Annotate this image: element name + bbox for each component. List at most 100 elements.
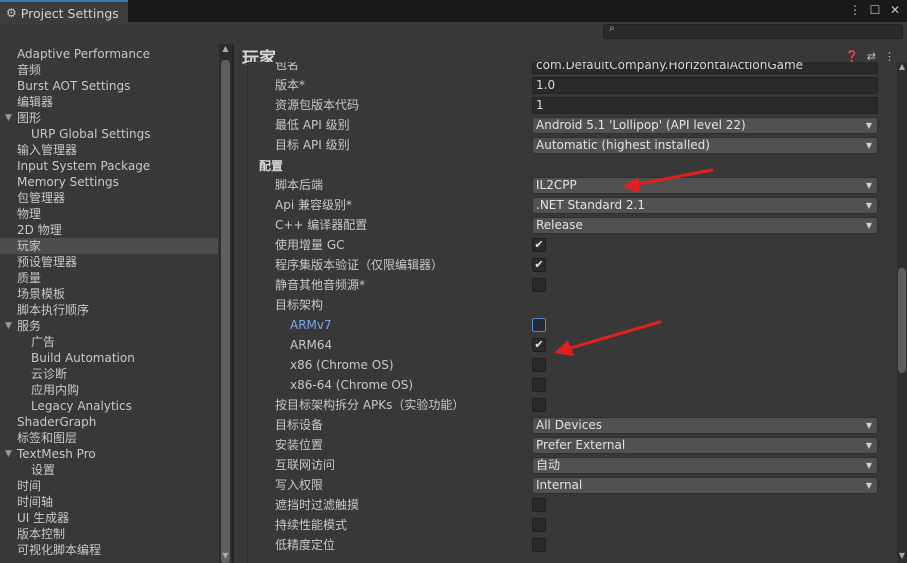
sidebar-item[interactable]: 输入管理器 — [0, 142, 218, 158]
sidebar-item[interactable]: 脚本执行顺序 — [0, 302, 218, 318]
sidebar-item[interactable]: 可视化脚本编程 — [0, 542, 218, 558]
dropdown[interactable]: Internal ▼ — [532, 477, 878, 494]
dropdown[interactable]: Release ▼ — [532, 217, 878, 234]
sidebar-item-label: 场景模板 — [17, 287, 66, 301]
sidebar-item[interactable]: 应用内购 — [0, 382, 218, 398]
dropdown-value: 自动 — [536, 458, 561, 472]
sidebar-item[interactable]: 场景模板 — [0, 286, 218, 302]
dropdown-value: Automatic (highest installed) — [536, 138, 710, 152]
text-field[interactable]: 1 — [532, 97, 878, 114]
sidebar-item[interactable]: 版本控制 — [0, 526, 218, 542]
checkbox[interactable]: ✔ — [532, 238, 546, 252]
sidebar-item[interactable]: 时间 — [0, 478, 218, 494]
setting-label: 目标 API 级别 — [275, 138, 350, 152]
search-input[interactable]: ⌕ — [603, 23, 903, 39]
close-icon[interactable]: ✕ — [889, 3, 901, 17]
text-field[interactable]: 1.0 — [532, 77, 878, 94]
sidebar-item[interactable]: URP Global Settings — [0, 126, 218, 142]
sidebar-item-label: 设置 — [31, 463, 56, 477]
sidebar-item[interactable]: 预设管理器 — [0, 254, 218, 270]
sidebar-item[interactable]: 云诊断 — [0, 366, 218, 382]
dropdown[interactable]: 自动 ▼ — [532, 457, 878, 474]
setting-label: 静音其他音频源* — [275, 278, 366, 292]
sidebar-item[interactable]: 包管理器 — [0, 190, 218, 206]
checkbox[interactable]: ✔ — [532, 338, 546, 352]
sidebar-item[interactable]: 音频 — [0, 62, 218, 78]
sidebar-item[interactable]: Memory Settings — [0, 174, 218, 190]
setting-label: 目标设备 — [275, 418, 324, 432]
chevron-down-icon: ▼ — [865, 221, 872, 230]
dropdown[interactable]: IL2CPP ▼ — [532, 177, 878, 194]
sidebar-item[interactable]: ▼ TextMesh Pro — [0, 446, 218, 462]
sidebar-item-label: 输入管理器 — [17, 143, 78, 157]
sidebar-item[interactable]: ShaderGraph — [0, 414, 218, 430]
dropdown-value: Prefer External — [536, 438, 626, 452]
scroll-up-icon[interactable]: ▲ — [897, 62, 907, 71]
scroll-down-icon[interactable]: ▼ — [897, 551, 907, 560]
setting-label: 版本* — [275, 78, 306, 92]
dropdown[interactable]: All Devices ▼ — [532, 417, 878, 434]
checkbox[interactable] — [532, 358, 546, 372]
checkbox[interactable] — [532, 398, 546, 412]
sidebar-item[interactable]: 时间轴 — [0, 494, 218, 510]
chevron-down-icon: ▼ — [865, 441, 872, 450]
checkbox[interactable] — [532, 538, 546, 552]
sidebar-item[interactable]: 广告 — [0, 334, 218, 350]
dropdown-value: All Devices — [536, 418, 602, 432]
setting-label: 最低 API 级别 — [275, 118, 350, 132]
setting-label: 脚本后端 — [275, 178, 324, 192]
checkbox[interactable] — [532, 498, 546, 512]
expand-triangle-icon[interactable]: ▼ — [5, 318, 12, 334]
setting-label: C++ 编译器配置 — [275, 218, 368, 232]
window-tab[interactable]: ⚙ Project Settings — [0, 0, 128, 24]
sidebar-item-label: 版本控制 — [17, 527, 66, 541]
sidebar-item[interactable]: Adaptive Performance — [0, 46, 218, 62]
sidebar-item-label: 时间 — [17, 479, 42, 493]
sidebar-item[interactable]: 设置 — [0, 462, 218, 478]
sidebar-item-label: 图形 — [17, 111, 42, 125]
chevron-down-icon: ▼ — [865, 481, 872, 490]
sidebar-item-label: 音频 — [17, 63, 42, 77]
setting-label: 持续性能模式 — [275, 518, 348, 532]
sidebar-item[interactable]: 质量 — [0, 270, 218, 286]
sidebar-item[interactable]: Legacy Analytics — [0, 398, 218, 414]
sidebar-item-label: URP Global Settings — [31, 127, 151, 141]
checkbox[interactable] — [532, 278, 546, 292]
sidebar-item-label: 服务 — [17, 319, 42, 333]
expand-triangle-icon[interactable]: ▼ — [5, 446, 12, 462]
dropdown[interactable]: .NET Standard 2.1 ▼ — [532, 197, 878, 214]
sidebar-item-label: Burst AOT Settings — [17, 79, 131, 93]
dropdown[interactable]: Android 5.1 'Lollipop' (API level 22) ▼ — [532, 117, 878, 134]
text-field[interactable]: com.DefaultCompany.HorizontalActionGame — [532, 62, 878, 74]
sidebar-item[interactable]: Input System Package — [0, 158, 218, 174]
setting-label: 目标架构 — [275, 298, 324, 312]
sidebar-item[interactable]: ▼ 图形 — [0, 110, 218, 126]
expand-triangle-icon[interactable]: ▼ — [5, 110, 12, 126]
scroll-down-icon[interactable]: ▼ — [219, 551, 232, 560]
sidebar-item[interactable]: 物理 — [0, 206, 218, 222]
sidebar-item-label: UI 生成器 — [17, 511, 70, 525]
sidebar-item-label: 标签和图层 — [17, 431, 78, 445]
content-scroll-thumb[interactable] — [898, 268, 906, 373]
checkbox[interactable] — [532, 318, 546, 332]
dropdown[interactable]: Prefer External ▼ — [532, 437, 878, 454]
dropdown[interactable]: Automatic (highest installed) ▼ — [532, 137, 878, 154]
scroll-up-icon[interactable]: ▲ — [219, 44, 232, 53]
checkbox[interactable] — [532, 378, 546, 392]
settings-sidebar: Adaptive Performance 音频 Burst AOT Settings… — [0, 44, 232, 563]
sidebar-item[interactable]: UI 生成器 — [0, 510, 218, 526]
sidebar-item[interactable]: 2D 物理 — [0, 222, 218, 238]
sidebar-item[interactable]: 编辑器 — [0, 94, 218, 110]
more-icon[interactable]: ⋮ — [849, 3, 861, 17]
maximize-icon[interactable]: ☐ — [869, 3, 881, 17]
sidebar-item[interactable]: Build Automation — [0, 350, 218, 366]
sidebar-item[interactable]: 玩家 — [0, 238, 218, 254]
chevron-down-icon: ▼ — [865, 121, 872, 130]
sidebar-item[interactable]: ▼ 服务 — [0, 318, 218, 334]
checkbox[interactable] — [532, 518, 546, 532]
sidebar-scroll-thumb[interactable] — [221, 60, 230, 563]
sidebar-item[interactable]: 标签和图层 — [0, 430, 218, 446]
search-icon: ⌕ — [609, 23, 615, 34]
sidebar-item[interactable]: Burst AOT Settings — [0, 78, 218, 94]
checkbox[interactable]: ✔ — [532, 258, 546, 272]
